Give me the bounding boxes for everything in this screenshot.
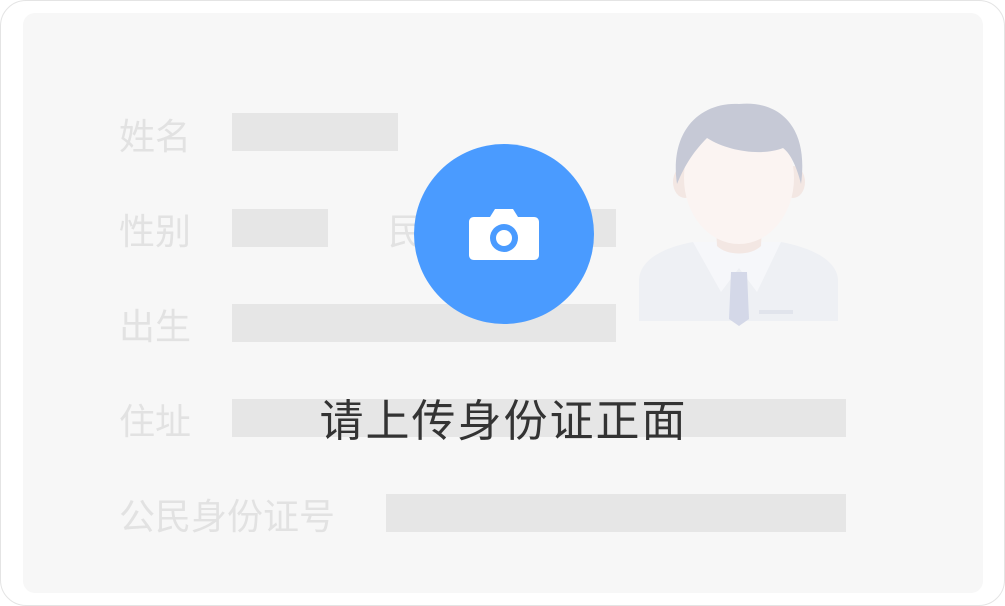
field-label-gender: 性别 (119, 212, 192, 253)
field-label-birth: 出生 (119, 307, 192, 348)
id-card-upload-area[interactable]: 姓名 性别 民 出生 住址 公民身份证号 请上传身份证正面 (0, 0, 1005, 606)
camera-icon (469, 209, 539, 260)
upload-prompt-text: 请上传身份证正面 (319, 396, 688, 447)
field-value-birth-placeholder (232, 304, 616, 342)
person-avatar-icon (639, 103, 838, 326)
field-label-name: 姓名 (119, 117, 192, 158)
field-value-id-number-placeholder (386, 494, 846, 532)
field-label-id-number: 公民身份证号 (119, 497, 336, 538)
field-value-gender-placeholder (232, 209, 328, 247)
field-value-name-placeholder (232, 113, 398, 151)
upload-front-button[interactable] (414, 144, 594, 324)
